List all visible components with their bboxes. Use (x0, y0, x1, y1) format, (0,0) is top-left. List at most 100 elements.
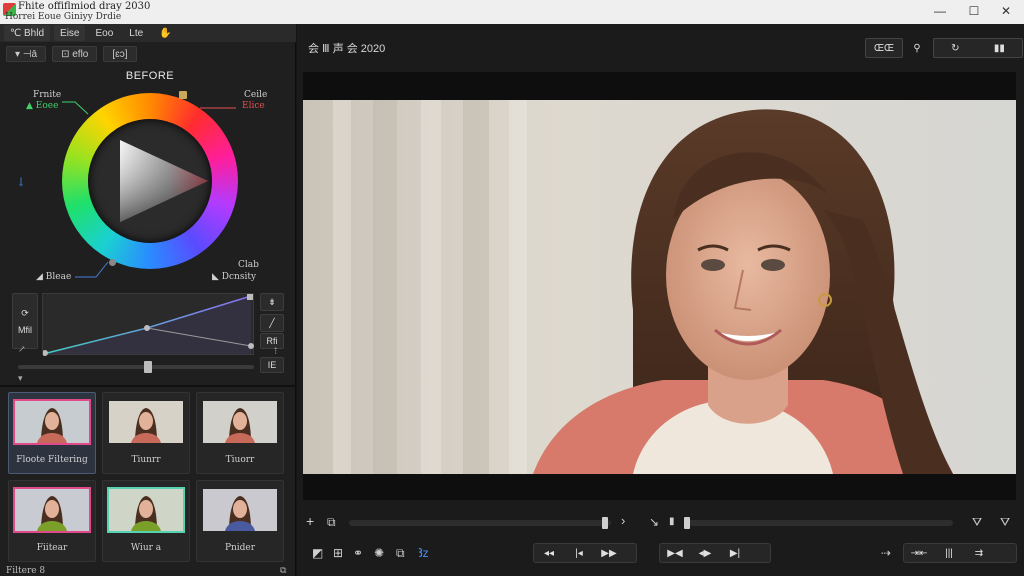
next-arrow-icon[interactable]: › (621, 514, 625, 527)
scrub-handle[interactable] (602, 517, 609, 529)
curve-left-tool[interactable]: ⟳ Mfil (12, 293, 38, 349)
bracket-tool[interactable]: [ɛɔ] (103, 46, 137, 62)
filter-thumbnail (107, 399, 185, 445)
project-title: 会 Ⅲ 声 会 2020 (308, 43, 386, 55)
clip-icon[interactable]: ⧉ (327, 516, 336, 528)
reset-curve-icon: ⟳ (21, 307, 29, 318)
window-title: Fhite offiflmiod dray 2030 (18, 1, 151, 12)
section-title: BEFORE (125, 70, 175, 82)
down-arrow-icon[interactable]: ↓ (16, 175, 26, 189)
filter-alt-icon[interactable]: ⛛ (1000, 516, 1010, 528)
filter-card[interactable]: Tiuorr (196, 392, 284, 474)
timeline: + ⧉ › ↘ ▮ ⛛ ⛛ (297, 510, 1024, 534)
collapse-arrow-icon[interactable]: ▾ (18, 374, 23, 384)
crop-icon[interactable]: ⧉ (396, 547, 405, 559)
effect-tool[interactable]: ⊡ eflo (52, 46, 98, 62)
filter-thumbnail (107, 487, 185, 533)
filter-card[interactable]: Fiitear (8, 480, 96, 562)
filters-divider (0, 385, 296, 387)
menu-build[interactable]: ℃ Bhld (4, 25, 51, 41)
maximize-button[interactable]: ☐ (956, 0, 992, 22)
minimize-button[interactable]: — (922, 0, 958, 22)
wheel-label-bleae: ◢ Bleae (36, 272, 72, 282)
trim-track[interactable] (684, 517, 953, 529)
color-panel: ℃ Bhld Eise Eoo Lte ✋ ▾ ⊣ā ⊡ eflo [ɛɔ] B… (0, 24, 296, 576)
curve-line-button[interactable]: ╱ (260, 314, 284, 332)
filter-name: Fiitear (36, 543, 68, 553)
intensity-slider[interactable] (18, 361, 254, 373)
wheel-callout-lines (62, 101, 236, 278)
fit-button[interactable]: ⇥⇤ (904, 544, 934, 562)
filter-card[interactable]: Wiur a (102, 480, 190, 562)
split-button[interactable]: ▶◀ (660, 544, 690, 562)
preview-header: 会 Ⅲ 声 会 2020 ŒŒ ⚲ ↻ ▮▮ (297, 24, 1024, 68)
curve-point-mid-icon (144, 325, 150, 331)
grid-icon[interactable]: ▮▮ (994, 43, 1005, 54)
rewind-button[interactable]: ◂◂ (534, 544, 564, 562)
title-bar: Fhite offiflmiod dray 2030 Horrei Eoue G… (0, 0, 1024, 24)
grid-tool-icon[interactable]: ⊞ (333, 547, 343, 559)
hand-tool-icon[interactable]: ✋ (153, 25, 177, 41)
filter-thumbnail (201, 487, 279, 533)
previous-frame-button[interactable]: |◂ (564, 544, 594, 562)
filter-count: Filtere 8 (6, 566, 46, 576)
transport-group-1: ◂◂ |◂ ▶▶ (533, 543, 637, 563)
trim-handle[interactable] (684, 517, 690, 529)
end-frame-button[interactable]: ▶| (720, 544, 750, 562)
swap-button[interactable]: ◂▶ (690, 544, 720, 562)
filter-card[interactable]: Floote Filtering (8, 392, 96, 474)
curve-graph[interactable] (42, 294, 255, 356)
marker-icon[interactable]: ▮ (669, 516, 675, 528)
filter-name: Floote Filtering (16, 455, 88, 465)
curve-point-start-icon (42, 350, 48, 356)
window-subtitle: Horrei Eoue Giniyy Drdie (5, 12, 122, 22)
filter-name: Tiuorr (225, 455, 255, 465)
menu-eoo[interactable]: Eoo (89, 25, 119, 41)
filter-name: Wiur a (130, 543, 162, 553)
slider-end-button[interactable]: IE (260, 357, 284, 373)
panel-expand-icon[interactable]: ⧉ (280, 566, 286, 576)
collapse-tool[interactable]: ▾ ⊣ā (6, 46, 47, 62)
video-viewer[interactable] (303, 72, 1016, 500)
waveform-button[interactable]: ||| (934, 544, 964, 562)
export-button[interactable]: ⇉ (964, 544, 994, 562)
filter-name: Pnider (224, 543, 256, 553)
curve-page-down-button[interactable]: ⇟ (260, 293, 284, 311)
view-mode-button[interactable]: ŒŒ (865, 38, 903, 58)
menu-edit[interactable]: Eise (54, 25, 86, 41)
close-button[interactable]: ✕ (988, 0, 1024, 22)
effect-icon[interactable]: ✺ (374, 547, 384, 559)
filter-card[interactable]: Tiunrr (102, 392, 190, 474)
curve-editor[interactable] (42, 293, 255, 356)
filter-icon[interactable]: ⛛ (972, 516, 982, 528)
text-icon[interactable]: Ꜣz (418, 547, 429, 559)
filter-card[interactable]: Pnider (196, 480, 284, 562)
wheel-label-ceile: Ceile (244, 90, 268, 100)
menu-lte[interactable]: Lte (123, 25, 149, 41)
link-icon[interactable]: ⚭ (353, 547, 363, 559)
playback-mode-group: ↻ ▮▮ (933, 38, 1023, 58)
cut-icon[interactable]: ↘ (649, 516, 659, 528)
slider-handle[interactable] (143, 361, 152, 373)
video-frame (303, 100, 1016, 474)
wheel-label-density: ◣ Dcnsity (212, 272, 257, 282)
fast-forward-button[interactable]: ▶▶ (594, 544, 624, 562)
wheel-label-eoee: ▲ Eoee (26, 101, 59, 111)
filter-thumbnail (201, 399, 279, 445)
forward-icon[interactable]: ⇢ (881, 547, 891, 559)
wheel-label-frnite: Frnite (33, 90, 62, 100)
curve-point-low-icon (248, 343, 254, 349)
transport-group-2: ▶◀ ◂▶ ▶| (659, 543, 771, 563)
mask-icon[interactable]: ◩ (312, 547, 323, 559)
add-icon[interactable]: + (306, 514, 314, 528)
scrub-track[interactable] (349, 517, 611, 529)
curve-up-icon[interactable]: ⇡ (272, 347, 280, 357)
view-tools-group: ⇥⇤ ||| ⇉ (903, 543, 1017, 563)
curve-expand-icon[interactable]: ↗ (18, 345, 26, 355)
transport-controls: ◩ ⊞ ⚭ ✺ ⧉ Ꜣz ◂◂ |◂ ▶▶ ▶◀ ◂▶ ▶| ⇢ ⇥⇤ ||| … (297, 540, 1024, 566)
filter-thumbnail (13, 399, 91, 445)
filter-thumbnail (13, 487, 91, 533)
loop-icon[interactable]: ↻ (951, 43, 959, 54)
pin-icon[interactable]: ⚲ (909, 38, 925, 58)
wheel-label-elice: Elice (242, 101, 265, 111)
